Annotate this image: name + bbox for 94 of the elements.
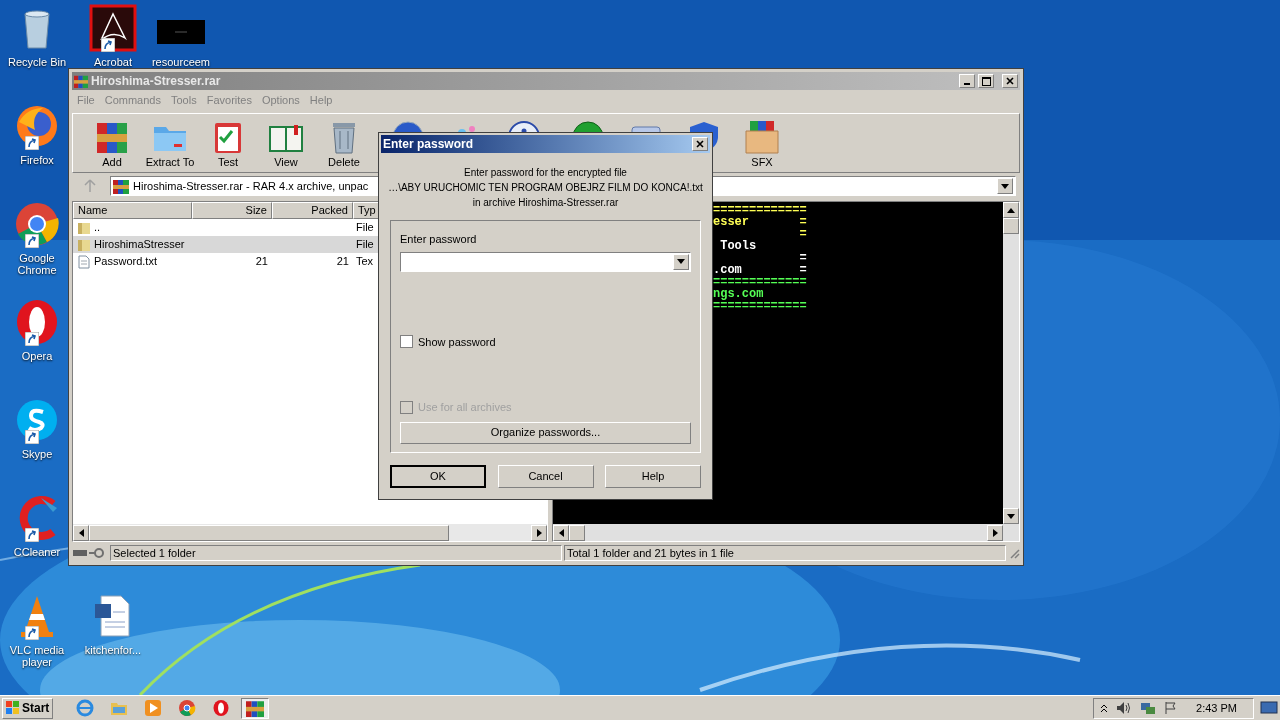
dialog-message: …\ABY URUCHOMIC TEN PROGRAM OBEJRZ FILM DO KONCA!.txt <box>388 181 703 195</box>
dialog-title: Enter password <box>383 136 475 153</box>
console-line: = <box>798 252 808 264</box>
table-cell-text: Password.txt <box>94 254 157 270</box>
dialog-button[interactable]: OK <box>390 465 486 488</box>
console-line: ngs.com <box>713 288 765 300</box>
acrobat-icon <box>89 4 137 52</box>
archive-icon <box>74 74 88 88</box>
desktop-icon-label[interactable]: Skype <box>6 448 68 460</box>
toolbar-button[interactable]: Test <box>201 119 255 169</box>
scrollbar-thumb[interactable] <box>1003 218 1019 234</box>
scrollbar-thumb[interactable] <box>569 524 585 541</box>
close-icon <box>696 140 704 148</box>
toolbar-button[interactable]: Extract To <box>143 119 197 169</box>
password-field[interactable] <box>400 251 691 272</box>
close-button[interactable] <box>1002 74 1018 88</box>
close-icon <box>1006 77 1014 85</box>
console-line: ============= <box>713 276 808 288</box>
table-cell-text: HiroshimaStresser <box>94 237 185 253</box>
box-icon <box>744 119 780 155</box>
shortcut-arrow-icon <box>25 430 39 444</box>
column-header[interactable]: Size <box>192 202 272 219</box>
console-line: Tools <box>719 240 758 252</box>
scroll-down-icon[interactable] <box>1003 508 1019 524</box>
scroll-left-icon[interactable] <box>73 524 89 541</box>
dialog-button[interactable]: Cancel <box>497 465 594 488</box>
taskbar-app[interactable] <box>241 697 270 719</box>
chrome-icon <box>13 200 61 248</box>
desktop-icon-label[interactable]: Firefox <box>6 154 68 166</box>
opera-icon <box>212 699 231 717</box>
close-button[interactable] <box>692 137 708 151</box>
desktop-icon-label[interactable]: Google Chrome <box>6 252 68 276</box>
dialog-message: Enter password for the encrypted file <box>464 166 627 180</box>
table-cell-text: File <box>356 237 374 253</box>
maximize-button[interactable] <box>978 74 994 88</box>
dialog-message: in archive Hiroshima-Stresser.rar <box>472 196 619 210</box>
table-cell-text: File <box>356 220 374 236</box>
organize-passwords-button[interactable]: Organize passwords... <box>400 421 691 444</box>
console-line: ============= <box>713 300 808 312</box>
window-title: Hiroshima-Stresser.rar <box>91 73 222 90</box>
archive-icon <box>246 699 265 717</box>
toolbar-button[interactable]: Delete <box>317 119 371 169</box>
checkbox[interactable] <box>400 335 413 349</box>
folder-icon <box>77 220 91 235</box>
network-icon[interactable] <box>1140 701 1157 715</box>
column-header[interactable]: Name <box>73 202 192 219</box>
archive-icon <box>113 178 129 194</box>
shortcut-arrow-icon <box>101 38 115 52</box>
console-line: .com = <box>713 264 808 276</box>
show-desktop-icon[interactable] <box>1260 701 1278 715</box>
desktop-icon-label[interactable]: VLC media player <box>6 644 68 668</box>
desktop-icon-label[interactable]: resourceem <box>150 56 212 68</box>
shortcut-arrow-icon <box>25 136 39 150</box>
start-button[interactable]: Start <box>2 697 54 719</box>
table-cell-text: 21 <box>336 254 349 270</box>
desktop-icon-label[interactable]: Recycle Bin <box>6 56 68 68</box>
status-text: Total 1 folder and 21 bytes in 1 file <box>564 545 1006 561</box>
table-cell-text: Tex <box>356 254 374 270</box>
speaker-icon[interactable] <box>1116 701 1133 715</box>
checkbox-label: Show password <box>418 334 496 350</box>
column-header[interactable]: Packed <box>272 202 353 219</box>
windows-logo-icon <box>6 701 20 715</box>
chrome-icon <box>178 699 197 717</box>
desktop-icon-label[interactable]: Acrobat <box>82 56 144 68</box>
media-player-icon <box>144 699 163 717</box>
minimize-button[interactable] <box>959 74 975 88</box>
caret-up-icon[interactable] <box>1100 703 1109 713</box>
console-line: = <box>798 228 808 240</box>
scroll-right-icon[interactable] <box>987 524 1003 541</box>
text-file-icon <box>77 254 91 269</box>
maximize-icon <box>981 76 991 86</box>
console-line: ============= <box>713 204 808 216</box>
toolbar-button[interactable]: Add <box>85 119 139 169</box>
table-cell-text: .. <box>94 220 101 236</box>
scroll-up-icon[interactable] <box>1003 202 1019 218</box>
shortcut-arrow-icon <box>25 234 39 248</box>
shortcut-arrow-icon <box>25 332 39 346</box>
shortcut-arrow-icon <box>25 626 39 640</box>
resize-grip-icon[interactable] <box>1008 547 1020 559</box>
table-cell-text: 21 <box>255 254 268 270</box>
scrollbar-thumb[interactable] <box>89 524 449 541</box>
scroll-left-icon[interactable] <box>553 524 569 541</box>
dialog-button[interactable]: Help <box>605 465 701 488</box>
toolbar-button[interactable]: SFX <box>735 119 789 169</box>
folder-icon <box>77 237 91 252</box>
browser-icon <box>76 699 95 717</box>
flag-icon[interactable] <box>1164 701 1179 715</box>
scroll-right-icon[interactable] <box>531 524 547 541</box>
toolbar-button[interactable]: View <box>259 119 313 169</box>
status-text: Selected 1 folder <box>110 545 562 561</box>
shortcut-arrow-icon <box>25 528 39 542</box>
desktop-icon-label[interactable]: Opera <box>6 350 68 362</box>
console-line: esser = <box>713 216 808 228</box>
desktop-icon-label[interactable]: CCleaner <box>6 546 68 558</box>
